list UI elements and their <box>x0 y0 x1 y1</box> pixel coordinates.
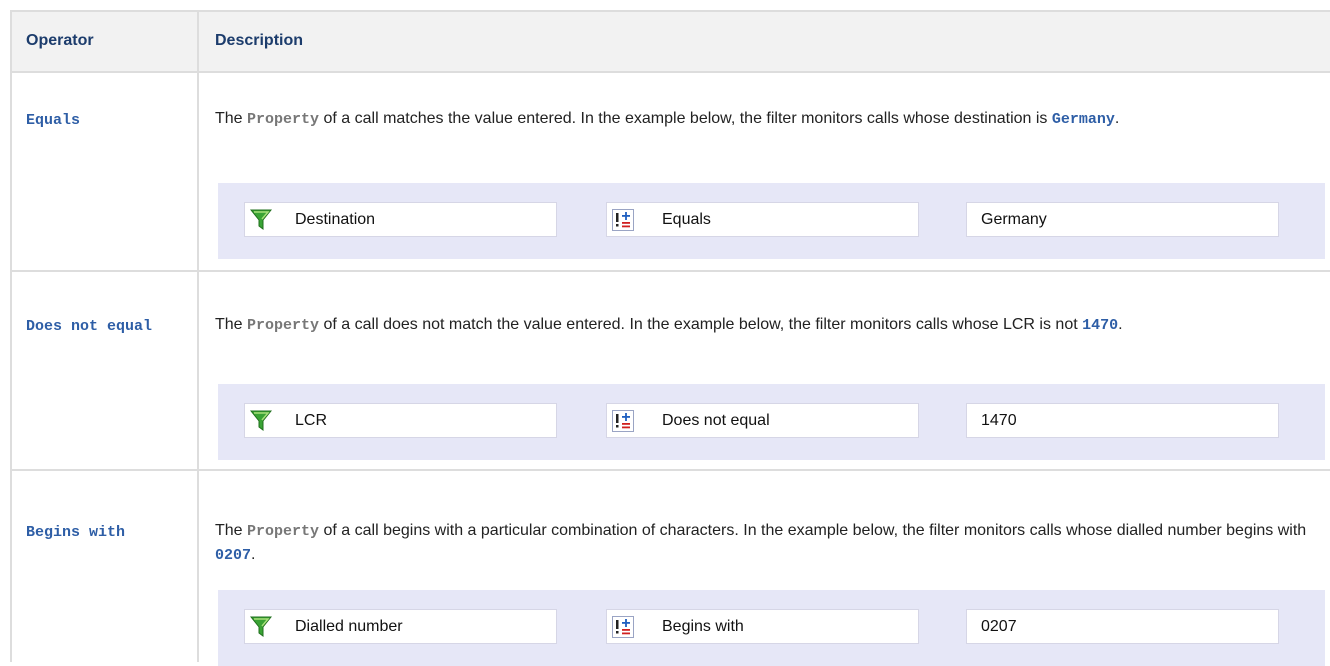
desc-text: The <box>215 110 248 127</box>
desc-text: . <box>1114 110 1120 127</box>
filter-funnel-icon <box>250 209 272 230</box>
table-row: Begins with The Property of a call begin… <box>12 471 1330 666</box>
property-field[interactable]: Destination <box>244 202 557 237</box>
property-term: Property <box>247 111 320 128</box>
property-field[interactable]: Dialled number <box>244 609 557 644</box>
operator-description: The Property of a call does not match th… <box>215 313 1325 337</box>
operator-value: Equals <box>662 211 711 228</box>
operator-field[interactable]: Begins with <box>606 609 919 644</box>
header-description: Description <box>215 32 304 49</box>
operator-value: Does not equal <box>662 412 770 429</box>
operator-field[interactable]: Does not equal <box>606 403 919 438</box>
property-term: Property <box>247 317 320 334</box>
desc-text: The <box>215 522 248 539</box>
desc-text: of a call begins with a particular combi… <box>319 522 1307 539</box>
desc-text: . <box>1118 316 1123 333</box>
operators-table: Operator Description Equals The Property… <box>10 10 1330 666</box>
operator-icon <box>612 616 634 638</box>
property-value: Dialled number <box>295 618 403 635</box>
property-field[interactable]: LCR <box>244 403 557 438</box>
operator-name: Equals <box>26 112 81 129</box>
operator-field[interactable]: Equals <box>606 202 919 237</box>
value-field[interactable]: 0207 <box>966 609 1279 644</box>
operator-name: Begins with <box>26 524 126 541</box>
property-value: Destination <box>295 211 376 228</box>
property-value: LCR <box>295 412 328 429</box>
value-field[interactable]: 1470 <box>966 403 1279 438</box>
value-text: 0207 <box>981 618 1017 635</box>
example-value: Germany <box>1051 111 1115 128</box>
filter-funnel-icon <box>250 616 272 637</box>
desc-text: of a call does not match the value enter… <box>319 316 1083 333</box>
filter-funnel-icon <box>250 410 272 431</box>
operator-name: Does not equal <box>26 318 153 335</box>
example-value: 0207 <box>215 547 252 564</box>
table-row: Equals The Property of a call matches th… <box>12 73 1330 272</box>
table-row: Does not equal The Property of a call do… <box>12 272 1330 471</box>
operator-description: The Property of a call begins with a par… <box>215 519 1325 567</box>
header-operator: Operator <box>26 32 94 49</box>
filter-example: Destination Equals Germany <box>218 183 1325 259</box>
property-term: Property <box>247 523 320 540</box>
operator-description: The Property of a call matches the value… <box>215 107 1325 131</box>
filter-example: LCR Does not equal 1470 <box>218 384 1325 460</box>
operator-icon <box>612 410 634 432</box>
operator-value: Begins with <box>662 618 744 635</box>
value-field[interactable]: Germany <box>966 202 1279 237</box>
desc-text: of a call matches the value entered. In … <box>319 110 1052 127</box>
desc-text: . <box>251 546 256 563</box>
value-text: Germany <box>981 211 1047 228</box>
filter-example: Dialled number Begins with 0207 <box>218 590 1325 666</box>
operator-icon <box>612 209 634 231</box>
value-text: 1470 <box>981 412 1017 429</box>
table-header: Operator Description <box>12 12 1330 73</box>
example-value: 1470 <box>1082 317 1119 334</box>
desc-text: The <box>215 316 248 333</box>
